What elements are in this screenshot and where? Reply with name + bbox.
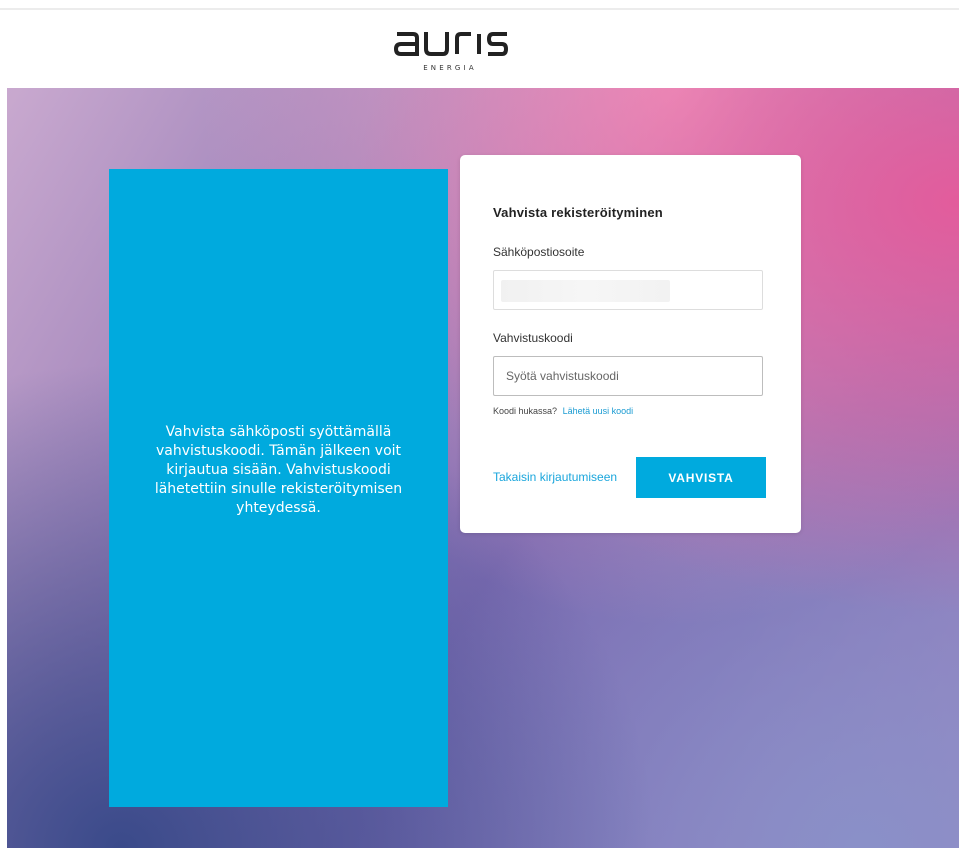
logo-subtitle: ENERGIA (423, 64, 477, 72)
email-label: Sähköpostiosoite (493, 245, 585, 259)
resend-code-link[interactable]: Lähetä uusi koodi (563, 406, 634, 416)
verification-code-input[interactable] (493, 356, 763, 396)
hero-background: Vahvista sähköposti syöttämällä vahvistu… (7, 88, 959, 848)
site-header: ENERGIA (0, 10, 959, 88)
back-to-login-link[interactable]: Takaisin kirjautumiseen (493, 470, 617, 484)
email-redacted-value (501, 280, 670, 302)
info-text: Vahvista sähköposti syöttämällä vahvistu… (154, 423, 403, 516)
confirm-registration-card: Vahvista rekisteröityminen Sähköpostioso… (460, 155, 801, 533)
code-label: Vahvistuskoodi (493, 331, 573, 345)
auris-logo-mark (393, 32, 509, 56)
info-panel: Vahvista sähköposti syöttämällä vahvistu… (109, 169, 448, 807)
lost-code-text: Koodi hukassa? (493, 406, 558, 416)
form-title: Vahvista rekisteröityminen (493, 205, 663, 220)
auris-logo[interactable]: ENERGIA (391, 24, 511, 76)
confirm-button[interactable]: VAHVISTA (636, 457, 766, 498)
lost-code-row: Koodi hukassa? Lähetä uusi koodi (493, 406, 633, 416)
